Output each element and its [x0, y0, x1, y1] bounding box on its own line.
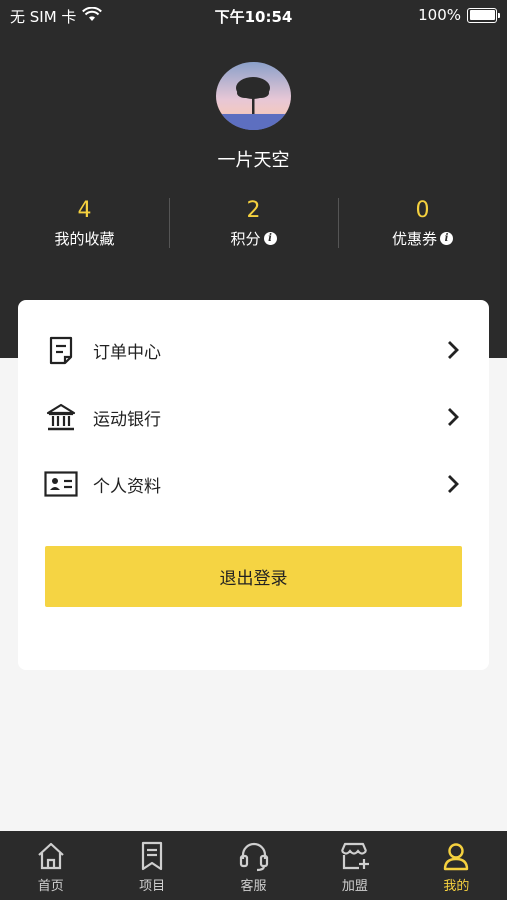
- info-icon[interactable]: i: [440, 232, 453, 245]
- tab-label: 客服: [240, 879, 267, 894]
- stat-value: 0: [415, 198, 430, 223]
- menu-label: 订单中心: [93, 342, 161, 363]
- stat-label: 优惠券: [391, 230, 437, 248]
- stat-coupons[interactable]: 0 优惠券 i: [338, 196, 507, 252]
- tab-franchise[interactable]: 加盟: [304, 831, 405, 900]
- menu-label: 运动银行: [93, 409, 161, 430]
- stats-row: 4 我的收藏 2 积分 i 0 优惠券 i: [0, 196, 507, 252]
- logout-button[interactable]: 退出登录: [45, 546, 462, 607]
- menu-card: 订单中心 运动银行 个人资料 退出登录: [18, 300, 489, 670]
- avatar[interactable]: [216, 62, 291, 130]
- status-bar: 无 SIM 卡 下午10:54 100%: [0, 0, 507, 30]
- home-icon: [37, 842, 64, 870]
- store-add-icon: [340, 842, 369, 870]
- tab-label: 项目: [139, 879, 166, 894]
- stat-label: 积分: [230, 230, 261, 248]
- order-icon: [44, 333, 78, 367]
- stat-favorites[interactable]: 4 我的收藏: [0, 196, 169, 252]
- tab-home[interactable]: 首页: [0, 831, 101, 900]
- menu-item-order-center[interactable]: 订单中心: [18, 325, 489, 375]
- stat-points[interactable]: 2 积分 i: [169, 196, 338, 252]
- chevron-right-icon: [448, 475, 459, 493]
- stat-value: 4: [77, 198, 92, 223]
- tab-bar: 首页 项目 客服 加盟 我的: [0, 831, 507, 900]
- username: 一片天空: [217, 150, 290, 171]
- headset-icon: [239, 842, 268, 872]
- tab-label: 首页: [37, 879, 64, 894]
- info-icon[interactable]: i: [263, 232, 277, 245]
- menu-item-profile[interactable]: 个人资料: [18, 459, 489, 509]
- bank-icon: [44, 400, 78, 434]
- stat-label: 我的收藏: [54, 230, 115, 248]
- menu-label: 个人资料: [93, 476, 161, 497]
- tab-customer-service[interactable]: 客服: [203, 831, 304, 900]
- profile-card-icon: [44, 467, 78, 501]
- tab-label: 加盟: [341, 879, 368, 894]
- tab-mine[interactable]: 我的: [406, 831, 507, 900]
- chevron-right-icon: [448, 341, 459, 359]
- chevron-right-icon: [448, 408, 459, 426]
- menu-item-sports-bank[interactable]: 运动银行: [18, 392, 489, 442]
- battery-percent: 100%: [418, 6, 461, 24]
- battery-icon: [467, 7, 500, 23]
- stat-value: 2: [246, 198, 261, 223]
- bookmark-icon: [142, 841, 163, 871]
- user-icon: [444, 843, 469, 871]
- tab-projects[interactable]: 项目: [101, 831, 202, 900]
- tab-label: 我的: [443, 879, 470, 894]
